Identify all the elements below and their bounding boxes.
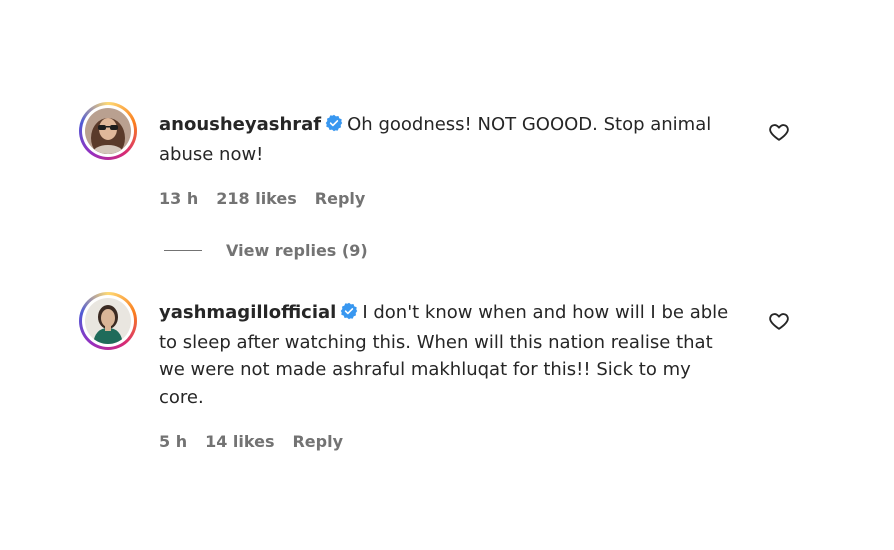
comment-meta: 5 h 14 likes Reply [159, 432, 343, 451]
heart-outline-icon [769, 313, 789, 330]
verified-badge-icon [325, 113, 343, 141]
comment-timestamp[interactable]: 13 h [159, 189, 198, 208]
like-button[interactable] [768, 121, 790, 143]
comment-username[interactable]: yashmagillofficial [159, 302, 336, 323]
reply-button[interactable]: Reply [315, 189, 366, 208]
view-replies-label: View replies (9) [226, 241, 368, 260]
avatar [85, 108, 131, 154]
comment-body: anousheyashraf Oh goodness! NOT GOOOD. St… [159, 111, 739, 168]
heart-outline-icon [769, 124, 789, 141]
divider-line [164, 250, 202, 251]
verified-badge-icon [340, 301, 358, 329]
comment-body: yashmagillofficial I don't know when and … [159, 299, 739, 411]
comment-timestamp[interactable]: 5 h [159, 432, 187, 451]
view-replies-button[interactable]: View replies (9) [164, 241, 368, 260]
likes-count[interactable]: 218 likes [216, 189, 297, 208]
avatar-story-ring[interactable] [79, 292, 137, 350]
comment-meta: 13 h 218 likes Reply [159, 189, 365, 208]
comment-username[interactable]: anousheyashraf [159, 114, 321, 135]
likes-count[interactable]: 14 likes [205, 432, 274, 451]
avatar [85, 298, 131, 344]
like-button[interactable] [768, 310, 790, 332]
avatar-story-ring[interactable] [79, 102, 137, 160]
reply-button[interactable]: Reply [292, 432, 343, 451]
